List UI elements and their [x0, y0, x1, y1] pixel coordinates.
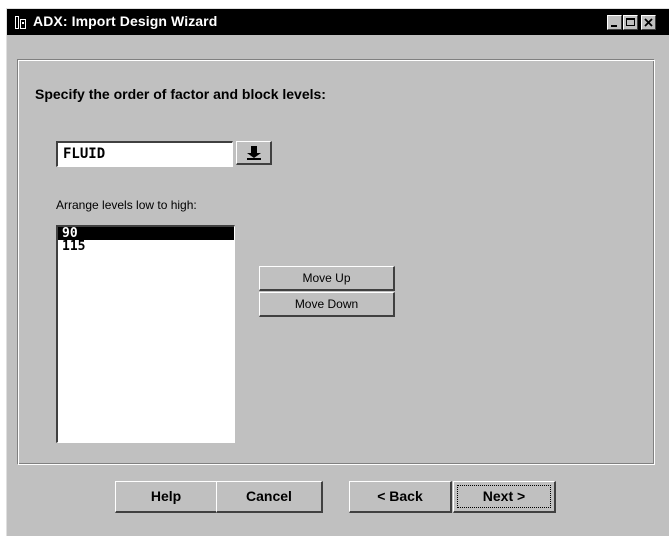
title-bar[interactable]: ADX: Import Design Wizard	[7, 9, 669, 35]
arrow-down-to-bar-icon	[247, 146, 261, 160]
factor-dropdown-button[interactable]	[236, 141, 272, 165]
move-down-button[interactable]: Move Down	[259, 292, 395, 317]
page-heading: Specify the order of factor and block le…	[35, 86, 326, 102]
window-title: ADX: Import Design Wizard	[33, 13, 218, 29]
move-up-button[interactable]: Move Up	[259, 266, 395, 291]
levels-listbox[interactable]: 90 115	[56, 225, 235, 443]
back-button[interactable]: < Back	[349, 481, 452, 513]
maximize-icon[interactable]	[623, 15, 638, 30]
levels-list-label: Arrange levels low to high:	[56, 198, 197, 212]
close-icon[interactable]	[641, 15, 656, 30]
factor-select-field[interactable]: FLUID	[56, 141, 233, 167]
next-button[interactable]: Next >	[453, 481, 556, 513]
adx-app-icon	[14, 15, 27, 30]
focus-rectangle	[457, 485, 551, 508]
cancel-button[interactable]: Cancel	[216, 481, 323, 513]
help-button[interactable]: Help	[115, 481, 218, 513]
minimize-icon[interactable]	[607, 15, 622, 30]
list-item[interactable]: 115	[58, 240, 234, 253]
